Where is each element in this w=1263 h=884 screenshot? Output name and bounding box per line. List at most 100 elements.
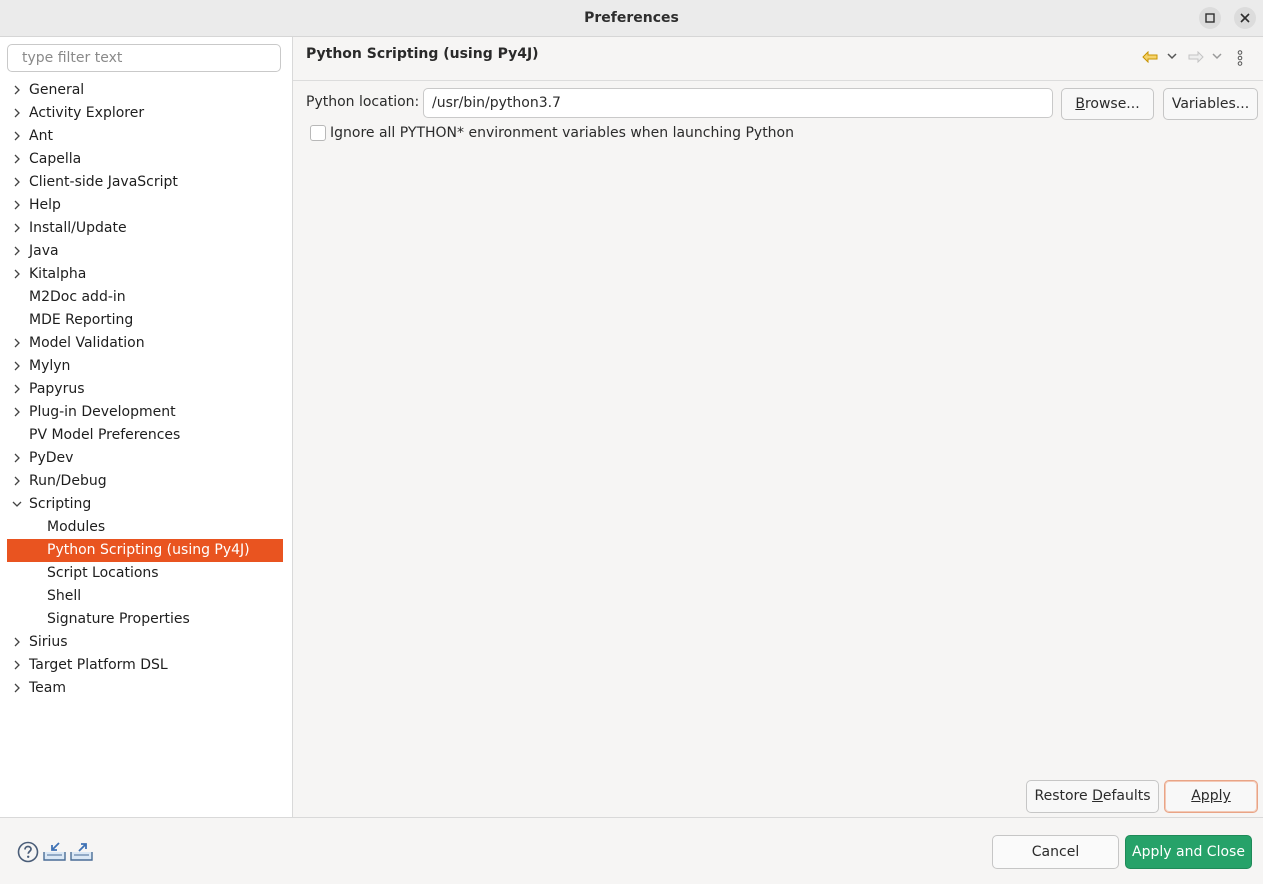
back-arrow-icon[interactable] — [1142, 51, 1158, 63]
import-icon[interactable] — [43, 840, 67, 864]
tree-item[interactable]: Sirius — [0, 631, 292, 654]
tree-item-label: PyDev — [29, 450, 74, 466]
back-history-chevron-down-icon[interactable] — [1167, 53, 1177, 60]
tree-item[interactable]: Kitalpha — [0, 263, 292, 286]
tree-item-label: Install/Update — [29, 220, 127, 236]
window-title: Preferences — [584, 10, 679, 26]
tree-item[interactable]: Shell — [0, 585, 292, 608]
tree-item-label: Scripting — [29, 496, 92, 512]
tree-item[interactable]: Papyrus — [0, 378, 292, 401]
tree-item-label: Plug-in Development — [29, 404, 176, 420]
tree-item[interactable]: Target Platform DSL — [0, 654, 292, 677]
tree-item-label: Kitalpha — [29, 266, 87, 282]
tree-item[interactable]: Install/Update — [0, 217, 292, 240]
chevron-right-icon[interactable] — [11, 268, 23, 280]
tree-item[interactable]: PyDev — [0, 447, 292, 470]
chevron-right-icon[interactable] — [11, 222, 23, 234]
chevron-right-icon[interactable] — [11, 636, 23, 648]
page-header: Python Scripting (using Py4J) — [293, 37, 1263, 81]
tree-item[interactable]: Script Locations — [0, 562, 292, 585]
tree-item-label: Activity Explorer — [29, 105, 145, 121]
tree-item-label: Ant — [29, 128, 53, 144]
tree-item[interactable]: Mylyn — [0, 355, 292, 378]
chevron-right-icon[interactable] — [11, 153, 23, 165]
tree-item[interactable]: Capella — [0, 148, 292, 171]
tree-item[interactable]: Model Validation — [0, 332, 292, 355]
tree-item[interactable]: Run/Debug — [0, 470, 292, 493]
restore-mnemonic: D — [1092, 788, 1103, 804]
chevron-right-icon[interactable] — [11, 107, 23, 119]
tree-item[interactable]: PV Model Preferences — [0, 424, 292, 447]
browse-button[interactable]: Browse... — [1061, 88, 1154, 120]
tree-item[interactable]: Help — [0, 194, 292, 217]
preferences-tree-pane: General Activity Explorer Ant Capella Client… — [0, 37, 293, 817]
tree-item[interactable]: Ant — [0, 125, 292, 148]
forward-history-chevron-down-icon[interactable] — [1212, 53, 1222, 60]
python-location-label: Python location: — [306, 94, 420, 110]
vertical-dots-icon[interactable] — [1237, 50, 1243, 66]
chevron-right-icon[interactable] — [11, 475, 23, 487]
chevron-right-icon[interactable] — [11, 199, 23, 211]
browse-rest: rowse... — [1084, 96, 1140, 112]
chevron-right-icon[interactable] — [11, 659, 23, 671]
apply-button[interactable]: Apply — [1164, 780, 1258, 813]
tree-item-label: Papyrus — [29, 381, 85, 397]
chevron-right-icon[interactable] — [11, 452, 23, 464]
preferences-tree: General Activity Explorer Ant Capella Client… — [0, 79, 292, 700]
tree-item-label: Sirius — [29, 634, 68, 650]
tree-item-label: Client-side JavaScript — [29, 174, 178, 190]
chevron-right-icon[interactable] — [11, 406, 23, 418]
tree-item[interactable]: Java — [0, 240, 292, 263]
forward-arrow-icon[interactable] — [1188, 51, 1204, 63]
tree-item[interactable]: Activity Explorer — [0, 102, 292, 125]
tree-item[interactable]: Plug-in Development — [0, 401, 292, 424]
tree-item[interactable]: Scripting — [0, 493, 292, 516]
tree-item[interactable]: Team — [0, 677, 292, 700]
tree-item[interactable]: Modules — [0, 516, 292, 539]
tree-item-label: Shell — [47, 588, 82, 604]
chevron-right-icon[interactable] — [11, 130, 23, 142]
chevron-right-icon[interactable] — [11, 84, 23, 96]
apply-mnemonic: Apply — [1191, 788, 1231, 804]
tree-item-label: Target Platform DSL — [29, 657, 168, 673]
restore-defaults-button[interactable]: Restore Defaults — [1026, 780, 1159, 813]
python-location-input[interactable] — [423, 88, 1053, 118]
tree-item-label: Run/Debug — [29, 473, 107, 489]
chevron-right-icon[interactable] — [11, 176, 23, 188]
export-icon[interactable] — [70, 840, 94, 864]
chevron-right-icon[interactable] — [11, 337, 23, 349]
tree-item[interactable]: General — [0, 79, 292, 102]
chevron-right-icon[interactable] — [11, 383, 23, 395]
tree-item-label: MDE Reporting — [29, 312, 134, 328]
maximize-button[interactable] — [1199, 7, 1221, 29]
tree-item-label: General — [29, 82, 85, 98]
page-title: Python Scripting (using Py4J) — [306, 46, 539, 62]
tree-item[interactable]: M2Doc add-in — [0, 286, 292, 309]
tree-item-label: Help — [29, 197, 61, 213]
apply-and-close-button[interactable]: Apply and Close — [1125, 835, 1252, 869]
ignore-env-checkbox[interactable] — [310, 125, 326, 141]
chevron-right-icon[interactable] — [11, 682, 23, 694]
tree-item[interactable]: MDE Reporting — [0, 309, 292, 332]
tree-item-label: Mylyn — [29, 358, 71, 374]
restore-part2: efaults — [1102, 788, 1151, 804]
tree-item[interactable]: Signature Properties — [0, 608, 292, 631]
tree-item-label: Script Locations — [47, 565, 159, 581]
cancel-button[interactable]: Cancel — [992, 835, 1119, 869]
close-button[interactable] — [1234, 7, 1256, 29]
help-icon[interactable] — [16, 840, 40, 864]
ignore-env-label[interactable]: Ignore all PYTHON* environment variables… — [330, 125, 794, 141]
variables-button[interactable]: Variables... — [1163, 88, 1258, 120]
dialog-footer: Cancel Apply and Close — [0, 817, 1263, 884]
filter-input[interactable] — [7, 44, 281, 72]
tree-item[interactable]: Python Scripting (using Py4J) — [7, 539, 283, 562]
title-bar: Preferences — [0, 0, 1263, 37]
chevron-right-icon[interactable] — [11, 360, 23, 372]
tree-item-label: Team — [29, 680, 67, 696]
tree-item-label: Model Validation — [29, 335, 145, 351]
tree-item[interactable]: Client-side JavaScript — [0, 171, 292, 194]
chevron-right-icon[interactable] — [11, 245, 23, 257]
chevron-down-icon[interactable] — [11, 498, 23, 510]
tree-item-label: Python Scripting (using Py4J) — [47, 542, 250, 558]
tree-item-label: PV Model Preferences — [29, 427, 181, 443]
